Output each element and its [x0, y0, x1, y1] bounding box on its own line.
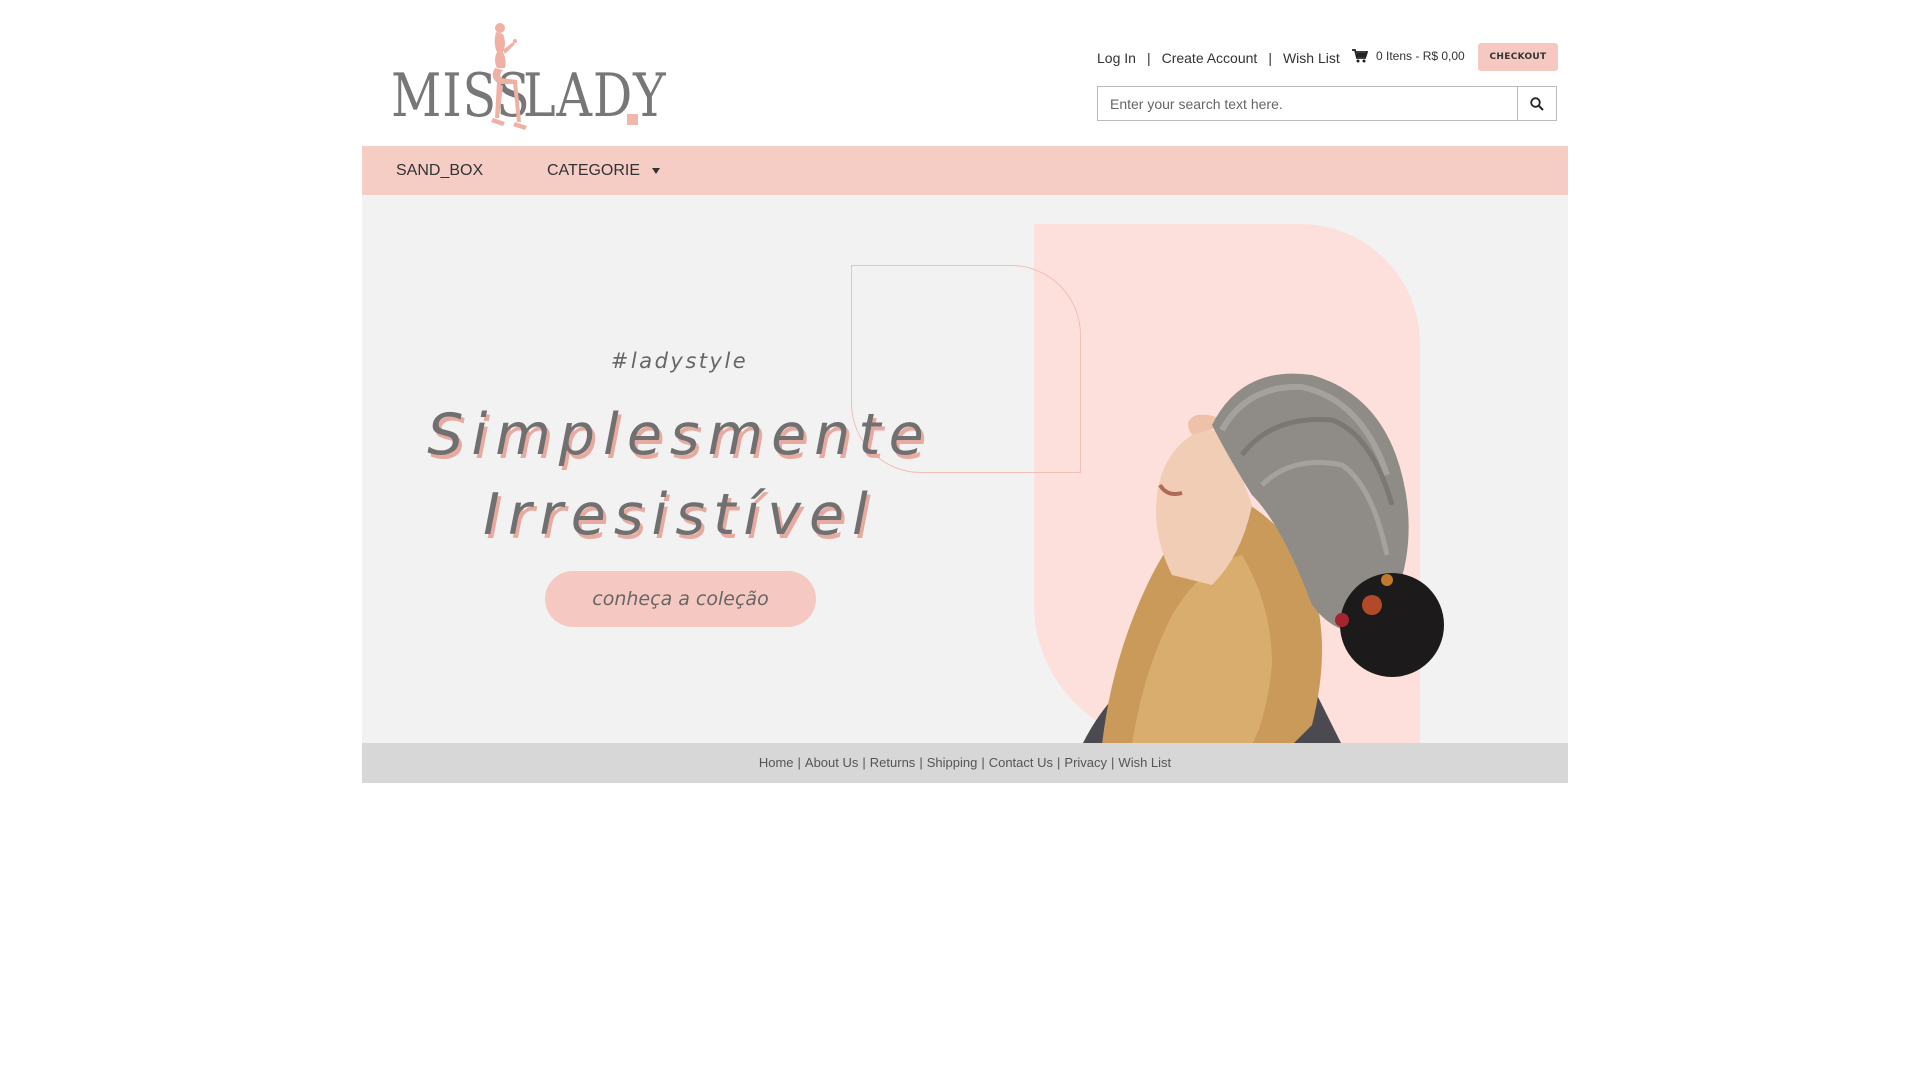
create-account-link[interactable]: Create Account [1162, 50, 1258, 66]
page: MISS LADY Log In | Create Account | Wish… [362, 0, 1568, 783]
separator: | [1268, 50, 1272, 66]
footer-link-wish-list[interactable]: Wish List [1118, 755, 1171, 770]
separator: | [981, 755, 985, 770]
nav-item-label: CATEGORIE [547, 162, 641, 179]
logo-text-lady: LADY [523, 61, 667, 131]
separator: | [1146, 50, 1151, 66]
separator: | [919, 755, 923, 770]
footer-link-about-us[interactable]: About Us [805, 755, 858, 770]
banner-headline-line1: Simplesmente [427, 402, 932, 468]
separator: | [1111, 755, 1115, 770]
search-icon [1530, 96, 1544, 111]
separator: | [797, 755, 801, 770]
separator: | [1057, 755, 1061, 770]
caret-down-icon [652, 167, 661, 174]
banner-headline-line2: Irresistível [483, 482, 876, 548]
nav-item-sand-box[interactable]: SAND_BOX [396, 146, 483, 195]
search-bar [1097, 86, 1557, 121]
footer-link-contact-us[interactable]: Contact Us [989, 755, 1053, 770]
hero-banner: #ladystyle Simplesmente Irresistível con… [362, 195, 1568, 743]
search-input[interactable] [1097, 86, 1517, 121]
collection-cta-button[interactable]: conheça a coleção [545, 571, 816, 627]
cart-icon [1352, 49, 1368, 63]
search-button[interactable] [1517, 86, 1557, 121]
footer: Home | About Us | Returns | Shipping | Contact U… [362, 743, 1568, 783]
account-links: Log In | Create Account | Wish List [1097, 50, 1340, 66]
separator: | [862, 755, 866, 770]
wish-list-link[interactable]: Wish List [1283, 50, 1340, 66]
footer-link-privacy[interactable]: Privacy [1064, 755, 1107, 770]
footer-link-shipping[interactable]: Shipping [927, 755, 978, 770]
model-photo [1083, 373, 1444, 743]
cart-summary-text: 0 Itens - R$ 0,00 [1376, 49, 1465, 63]
nav-item-categorie[interactable]: CATEGORIE [547, 146, 661, 195]
login-link[interactable]: Log In [1097, 50, 1136, 66]
header: MISS LADY Log In | Create Account | Wish… [362, 0, 1568, 146]
main-nav: SAND_BOX CATEGORIE [362, 146, 1568, 195]
cart-summary[interactable]: 0 Itens - R$ 0,00 [1352, 49, 1465, 63]
footer-link-home[interactable]: Home [759, 755, 794, 770]
footer-link-returns[interactable]: Returns [870, 755, 916, 770]
logo-dot [627, 114, 638, 125]
banner-hashtag: #ladystyle [610, 349, 749, 373]
logo[interactable]: MISS LADY [391, 22, 666, 132]
nav-item-label: SAND_BOX [396, 162, 484, 179]
checkout-button[interactable]: CHECKOUT [1478, 43, 1558, 71]
